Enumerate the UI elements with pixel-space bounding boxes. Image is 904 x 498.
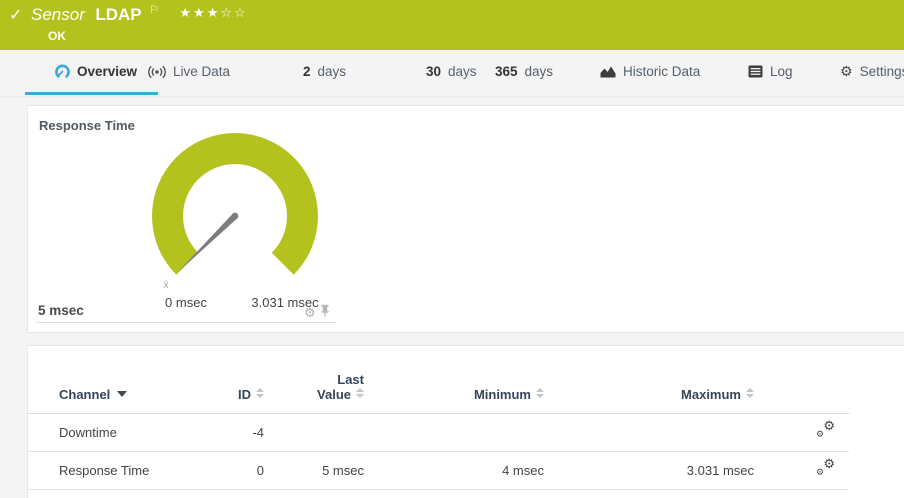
- tab-label: days: [525, 64, 554, 79]
- gauge-arc: [152, 133, 318, 275]
- panel-title: Response Time: [39, 118, 135, 133]
- tab-label: days: [448, 64, 477, 79]
- status-check-icon: ✓: [9, 5, 22, 24]
- gauge-settings-gear-icon[interactable]: ⚙: [304, 307, 316, 320]
- priority-stars[interactable]: ★★★☆☆: [179, 6, 247, 21]
- active-tab-underline: [25, 92, 158, 95]
- sensor-header: ✓ Sensor LDAP ⚐ ★★★☆☆ OK: [0, 0, 904, 50]
- tab-historic-data[interactable]: Historic Data: [600, 64, 700, 79]
- cell-id: 0: [209, 452, 264, 490]
- column-label: Channel: [59, 387, 110, 402]
- cell-minimum: [364, 414, 544, 452]
- column-label: Value: [317, 387, 351, 402]
- sensor-name: LDAP: [95, 5, 141, 24]
- cell-maximum: [544, 414, 754, 452]
- sort-icon: [536, 388, 544, 398]
- cell-maximum: 3.031 msec: [544, 452, 754, 490]
- tab-number: 365: [495, 64, 518, 79]
- tab-bar: Overview Live Data 2 days 30 days 365 da…: [0, 50, 904, 97]
- sort-icon: [356, 388, 364, 398]
- tab-number: 2: [303, 64, 311, 79]
- gauge-icon: [55, 64, 70, 79]
- cell-last-value: [264, 414, 364, 452]
- page-content: Response Time x̄ 0 msec 3.031 msec 5 mse…: [0, 97, 904, 498]
- flag-icon[interactable]: ⚐: [149, 3, 159, 16]
- column-label: Minimum: [474, 387, 531, 402]
- cell-last-value: 5 msec: [264, 452, 364, 490]
- tab-settings[interactable]: ⚙ Settings: [840, 64, 904, 79]
- tab-label: days: [318, 64, 347, 79]
- tab-live-data[interactable]: Live Data: [148, 64, 230, 79]
- table-row-response-time: Response Time 0 5 msec 4 msec 3.031 msec…: [28, 452, 849, 490]
- cell-channel[interactable]: Downtime: [28, 414, 209, 452]
- tab-number: 30: [426, 64, 441, 79]
- tab-2-days[interactable]: 2 days: [303, 64, 346, 79]
- column-label: ID: [238, 387, 251, 402]
- gauge-min-label: 0 msec: [165, 295, 207, 310]
- cell-id: -4: [209, 414, 264, 452]
- column-header-minimum[interactable]: Minimum: [364, 366, 544, 414]
- table-row-downtime: Downtime -4 ⚙⚙: [28, 414, 849, 452]
- tab-label: Log: [770, 64, 793, 79]
- tab-overview[interactable]: Overview: [55, 64, 137, 79]
- pin-icon[interactable]: [320, 304, 330, 322]
- column-header-maximum[interactable]: Maximum: [544, 366, 754, 414]
- cell-channel-settings: ⚙⚙: [754, 452, 849, 490]
- column-label: Maximum: [681, 387, 741, 402]
- channel-table-panel: Channel ID Last Value Minimum Maximum: [27, 345, 904, 498]
- sensor-title: Sensor LDAP ⚐ ★★★☆☆: [31, 3, 248, 25]
- gauge-footer-icons: ⚙: [304, 304, 330, 322]
- live-data-icon: [148, 65, 166, 79]
- sort-desc-icon: [117, 391, 127, 397]
- gauge-average-marker: x̄: [164, 280, 169, 291]
- tab-label: Historic Data: [623, 64, 700, 79]
- status-badge: OK: [48, 29, 66, 43]
- column-header-channel[interactable]: Channel: [28, 366, 209, 414]
- channel-settings-gears-icon[interactable]: ⚙⚙: [816, 461, 835, 477]
- column-header-settings: [754, 366, 849, 414]
- table-header-row: Channel ID Last Value Minimum Maximum: [28, 366, 849, 414]
- tab-label: Overview: [77, 64, 137, 79]
- gauge-needle-hub: [232, 213, 239, 220]
- response-time-gauge: x̄ 0 msec 3.031 msec: [130, 118, 360, 318]
- channel-settings-gears-icon[interactable]: ⚙⚙: [816, 423, 835, 439]
- sort-icon: [256, 388, 264, 398]
- gauge-cell-divider: [36, 322, 336, 323]
- sensor-type-label: Sensor: [31, 5, 85, 24]
- log-icon: [748, 65, 763, 78]
- cell-channel-settings: ⚙⚙: [754, 414, 849, 452]
- cell-channel[interactable]: Response Time: [28, 452, 209, 490]
- tab-label: Live Data: [173, 64, 230, 79]
- tab-log[interactable]: Log: [748, 64, 793, 79]
- channel-table: Channel ID Last Value Minimum Maximum: [28, 366, 849, 490]
- cell-minimum: 4 msec: [364, 452, 544, 490]
- tab-label: Settings: [860, 64, 904, 79]
- gauge-current-value: 5 msec: [38, 303, 84, 318]
- column-label: Last: [264, 372, 364, 387]
- response-time-panel: Response Time x̄ 0 msec 3.031 msec 5 mse…: [27, 105, 904, 333]
- column-header-id[interactable]: ID: [209, 366, 264, 414]
- chart-icon: [600, 65, 616, 78]
- gear-icon: ⚙: [840, 65, 853, 79]
- sort-icon: [746, 388, 754, 398]
- tab-365-days[interactable]: 365 days: [495, 64, 553, 79]
- column-header-last-value[interactable]: Last Value: [264, 366, 364, 414]
- tab-30-days[interactable]: 30 days: [426, 64, 477, 79]
